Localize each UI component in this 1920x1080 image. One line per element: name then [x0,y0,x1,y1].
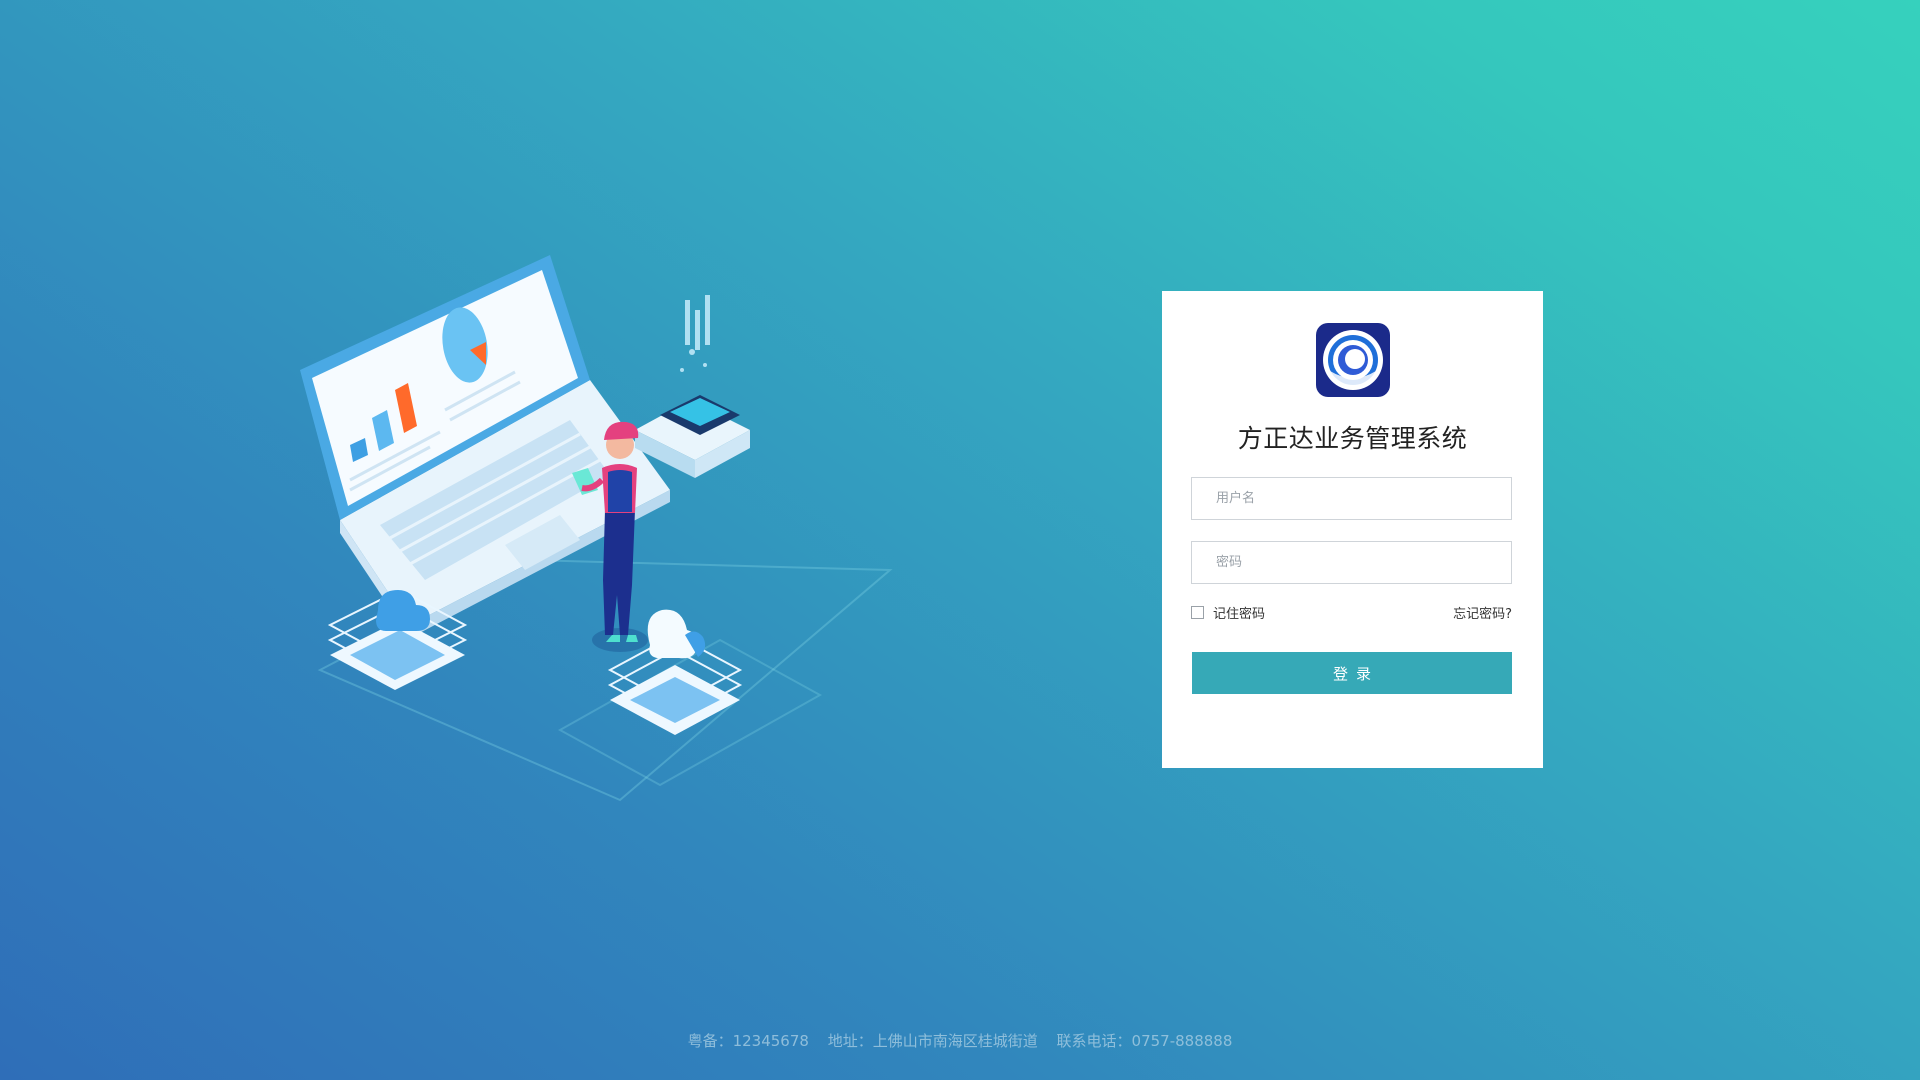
footer-phone: 联系电话：0757-888888 [1056,1032,1233,1050]
forgot-password-link[interactable]: 忘记密码? [1453,603,1512,622]
system-title: 方正达业务管理系统 [1237,424,1468,453]
page-background: 方正达业务管理系统 记住密码 忘记密码? 登录 粤备：12345678 地址：上… [0,0,1920,1080]
password-input[interactable] [1192,542,1511,583]
remember-label: 记住密码 [1213,607,1266,622]
laptop-analytics-illustration [300,255,893,802]
remember-password[interactable]: 记住密码 [1191,603,1265,622]
login-button[interactable]: 登录 [1192,652,1512,694]
password-field[interactable] [1191,541,1512,584]
footer-address: 地址：上佛山市南海区桂城街道 [827,1032,1038,1050]
company-logo-icon [1316,323,1390,397]
login-card: 方正达业务管理系统 记住密码 忘记密码? 登录 [1162,291,1543,768]
username-field[interactable] [1191,477,1512,520]
username-input[interactable] [1192,478,1511,519]
footer-info: 粤备：12345678 地址：上佛山市南海区桂城街道 联系电话：0757-888… [0,1030,1920,1051]
footer-icp: 粤备：12345678 [687,1032,809,1050]
remember-checkbox[interactable] [1191,606,1204,619]
